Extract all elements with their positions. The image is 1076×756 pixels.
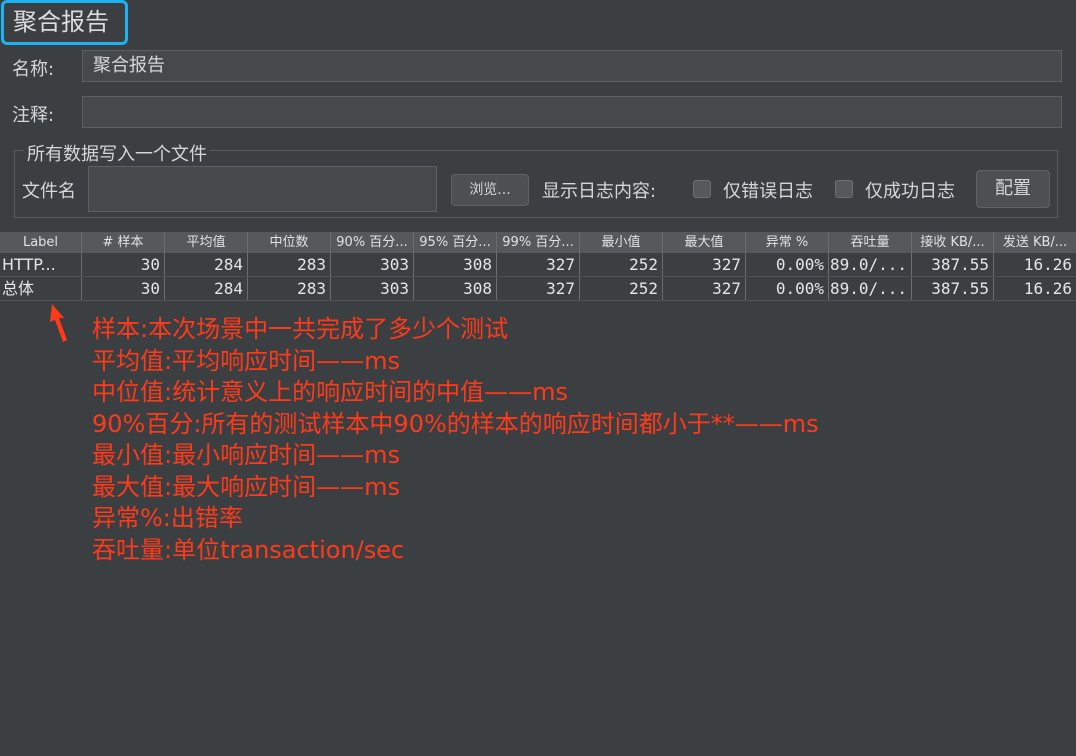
success-only-checkbox[interactable] [835, 180, 853, 198]
file-group-title: 所有数据写入一个文件 [24, 140, 210, 166]
errors-only-checkbox[interactable] [693, 180, 711, 198]
col-header-median[interactable]: 中位数 [248, 232, 331, 253]
table-cell: 89.0/... [829, 253, 912, 276]
annotation-min: 最小值:最小响应时间——ms [92, 441, 400, 469]
col-header-error[interactable]: 异常 % [746, 232, 829, 253]
table-cell: 387.55 [912, 253, 994, 276]
col-header-max[interactable]: 最大值 [663, 232, 746, 253]
table-cell: HTTP... [0, 253, 82, 276]
col-header-average[interactable]: 平均值 [165, 232, 248, 253]
col-header-label[interactable]: Label [0, 232, 82, 253]
success-only-label[interactable]: 仅成功日志 [865, 177, 955, 203]
table-cell: 16.26 [1023, 279, 1072, 298]
table-cell: 327 [497, 277, 580, 300]
name-field[interactable]: 聚合报告 [82, 50, 1062, 82]
table-cell: 283 [248, 277, 331, 300]
table-cell: 308 [414, 277, 497, 300]
table-cell: 252 [580, 253, 663, 276]
table-cell: 252 [580, 277, 663, 300]
annotation-90pct: 90%百分:所有的测试样本中90%的样本的响应时间都小于**——ms [92, 409, 819, 438]
table-row[interactable]: HTTP... 30 284 283 303 308 327 252 327 0… [0, 253, 1076, 277]
table-cell: 308 [414, 253, 497, 276]
col-header-sent[interactable]: 发送 KB/... [994, 232, 1076, 253]
table-cell: 0.00% [746, 277, 829, 300]
annotation-max: 最大值:最大响应时间——ms [92, 472, 400, 501]
comment-label: 注释: [12, 105, 55, 126]
table-cell: 327 [663, 277, 746, 300]
filename-label: 文件名 [22, 181, 76, 202]
table-cell: 30 [82, 253, 165, 276]
annotation-average: 平均值:平均响应时间——ms [92, 346, 400, 375]
table-cell: 16.26 [1023, 255, 1072, 274]
col-header-95pct[interactable]: 95% 百分... [414, 232, 497, 253]
table-cell: 0.00% [746, 253, 829, 276]
table-cell: 30 [82, 277, 165, 300]
table-cell: 284 [165, 253, 248, 276]
col-header-99pct[interactable]: 99% 百分... [497, 232, 580, 253]
col-header-min[interactable]: 最小值 [580, 232, 663, 253]
table-row[interactable]: 总体 30 284 283 303 308 327 252 327 0.00% … [0, 277, 1076, 301]
name-label: 名称: [12, 59, 55, 80]
errors-only-label[interactable]: 仅错误日志 [723, 177, 813, 203]
col-header-throughput[interactable]: 吞吐量 [829, 232, 912, 253]
browse-button[interactable]: 浏览... [451, 174, 529, 206]
table-header-row: Label # 样本 平均值 中位数 90% 百分... 95% 百分... 9… [0, 232, 1076, 253]
annotation-median: 中位值:统计意义上的响应时间的中值——ms [92, 378, 568, 406]
col-header-90pct[interactable]: 90% 百分... [331, 232, 414, 253]
annotation-throughput: 吞吐量:单位transaction/sec [92, 535, 405, 564]
table-cell: 283 [248, 253, 331, 276]
log-content-label: 显示日志内容: [542, 181, 657, 202]
table-cell: 89.0/... [829, 277, 912, 300]
comment-field[interactable] [82, 96, 1062, 128]
arrow-up-icon [50, 304, 67, 342]
table-cell: 303 [331, 277, 414, 300]
annotation-samples: 样本:本次场景中一共完成了多少个测试 [92, 315, 509, 343]
annotation-error: 异常%:出错率 [92, 504, 243, 532]
table-cell: 284 [165, 277, 248, 300]
table-cell: 327 [497, 253, 580, 276]
aggregate-table: Label # 样本 平均值 中位数 90% 百分... 95% 百分... 9… [0, 232, 1076, 301]
table-cell: 387.55 [912, 277, 994, 300]
table-cell: 总体 [0, 277, 82, 300]
config-button[interactable]: 配置 [976, 170, 1050, 208]
page-title: 聚合报告 [1, 0, 128, 45]
annotation-block: 样本:本次场景中一共完成了多少个测试 平均值:平均响应时间——ms 中位值:统计… [92, 314, 819, 566]
col-header-received[interactable]: 接收 KB/... [912, 232, 994, 253]
filename-input[interactable] [88, 166, 437, 212]
table-cell: 327 [663, 253, 746, 276]
col-header-samples[interactable]: # 样本 [82, 232, 165, 253]
table-cell: 303 [331, 253, 414, 276]
